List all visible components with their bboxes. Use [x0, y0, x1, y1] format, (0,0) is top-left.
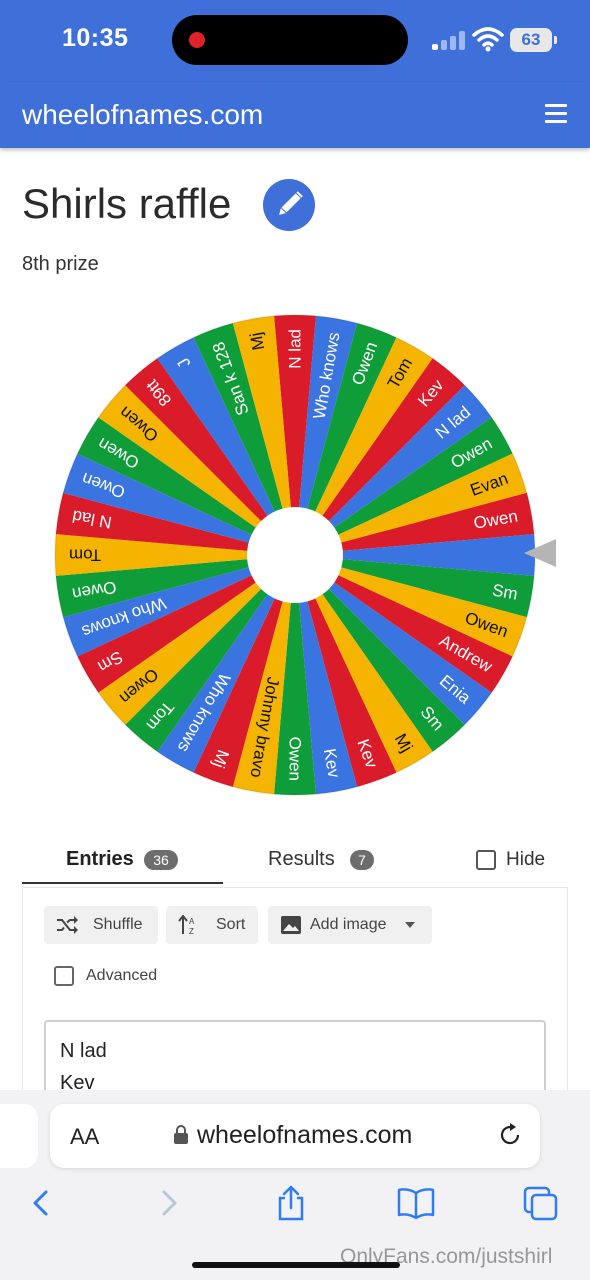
- wheel-title: Shirls raffle: [22, 180, 232, 227]
- app-header: wheelofnames.com: [0, 82, 590, 148]
- advanced-checkbox[interactable]: [54, 966, 74, 986]
- image-icon: [281, 916, 301, 934]
- add-image-label: Add image: [310, 916, 387, 933]
- active-tab-indicator: [22, 882, 223, 884]
- battery-indicator: 63: [510, 28, 557, 52]
- hamburger-menu-icon[interactable]: [545, 104, 569, 126]
- wifi-icon: [472, 27, 504, 52]
- share-icon[interactable]: [271, 1184, 311, 1222]
- recording-indicator-icon: [189, 32, 205, 48]
- wheel-segment-label: Mj: [246, 331, 268, 352]
- sort-button[interactable]: A Z Sort: [166, 906, 258, 944]
- status-bar: 10:35 63: [0, 0, 590, 82]
- dropdown-caret-icon: [405, 922, 415, 928]
- reader-aa-button[interactable]: AA: [70, 1124, 99, 1150]
- hide-checkbox[interactable]: [476, 850, 496, 870]
- forward-chevron-icon[interactable]: [148, 1184, 188, 1222]
- shuffle-icon: [57, 916, 78, 934]
- wheel-center-hub[interactable]: [247, 507, 343, 603]
- shuffle-label: Shuffle: [93, 916, 143, 933]
- back-chevron-icon[interactable]: [22, 1184, 62, 1222]
- status-time: 10:35: [62, 24, 129, 52]
- tab-results[interactable]: Results: [268, 848, 335, 871]
- cellular-signal-icon: [432, 30, 466, 50]
- wheel-segment-label: Owen: [286, 737, 305, 781]
- bookmarks-icon[interactable]: [396, 1184, 436, 1222]
- tabs-icon[interactable]: [521, 1184, 561, 1222]
- name-wheel[interactable]: N lad Who knows Owen TomKevN ladOwenEvanOwe…: [40, 300, 550, 810]
- url-text[interactable]: wheelofnames.com: [197, 1121, 412, 1150]
- wheel-subtitle: 8th prize: [22, 253, 99, 275]
- sort-label: Sort: [216, 916, 246, 933]
- site-logo-text[interactable]: wheelofnames.com: [22, 99, 263, 131]
- dynamic-island: [172, 15, 408, 65]
- shuffle-button[interactable]: Shuffle: [44, 906, 158, 944]
- svg-text:A: A: [189, 917, 195, 926]
- entry-line: N lad: [60, 1040, 107, 1062]
- results-count-badge: 7: [350, 850, 374, 870]
- previous-tab-peek[interactable]: [0, 1104, 38, 1168]
- wheel-segment-label: Tom: [69, 546, 101, 565]
- wheel-segment-label: N lad: [286, 329, 305, 369]
- reload-icon[interactable]: [496, 1121, 524, 1149]
- pencil-icon: [279, 191, 303, 215]
- tab-entries[interactable]: Entries: [66, 848, 134, 871]
- edit-title-button[interactable]: [263, 179, 315, 231]
- lock-icon: [174, 1125, 188, 1144]
- add-image-button[interactable]: Add image: [268, 906, 432, 944]
- advanced-label: Advanced: [86, 967, 158, 984]
- entries-count-badge: 36: [144, 850, 178, 870]
- hide-label: Hide: [506, 849, 546, 870]
- address-bar[interactable]: AA wheelofnames.com: [50, 1104, 540, 1168]
- home-indicator[interactable]: [192, 1262, 400, 1268]
- svg-text:Z: Z: [189, 927, 194, 935]
- sort-icon: A Z: [178, 915, 195, 935]
- pointer-triangle-icon: [524, 539, 556, 567]
